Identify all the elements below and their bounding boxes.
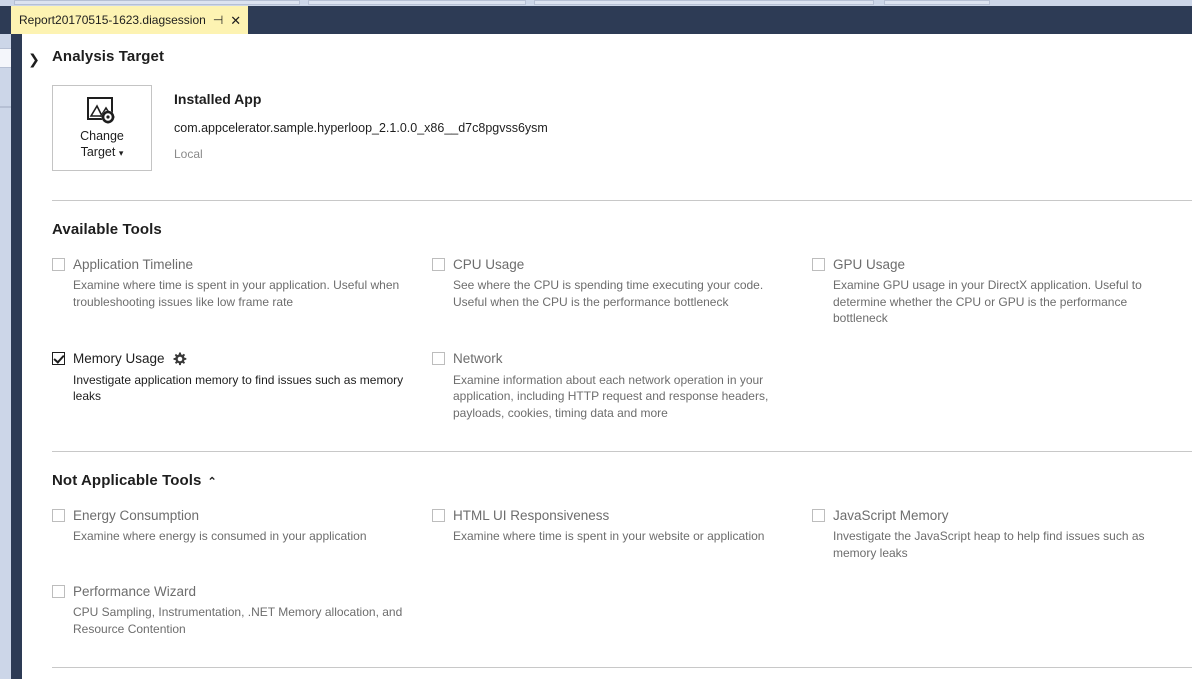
left-dock-rail xyxy=(0,6,11,679)
tool-name-memory-usage: Memory Usage xyxy=(73,351,165,366)
document-tab-diagsession[interactable]: Report20170515-1623.diagsession ⊣ ✕ xyxy=(11,6,249,34)
chevron-up-icon[interactable]: ⌃ xyxy=(208,475,217,488)
target-package-name: com.appcelerator.sample.hyperloop_2.1.0.… xyxy=(174,121,548,135)
left-rail-chip-2[interactable] xyxy=(0,106,11,108)
tool-description-application-timeline: Examine where time is spent in your appl… xyxy=(73,278,400,309)
not-applicable-tools-grid: Energy Consumption Examine where energy i… xyxy=(52,505,1192,637)
change-target-line2: Target xyxy=(80,144,116,159)
change-target-line1: Change xyxy=(80,128,124,143)
target-info: Installed App com.appcelerator.sample.hy… xyxy=(174,85,548,161)
grid-spacer xyxy=(432,561,812,637)
tool-description-gpu-usage: Examine GPU usage in your DirectX applic… xyxy=(833,278,1142,325)
document-tab-label: Report20170515-1623.diagsession xyxy=(19,13,206,27)
tool-name-html-ui-responsiveness: HTML UI Responsiveness xyxy=(453,507,610,523)
tool-description-javascript-memory: Investigate the JavaScript heap to help … xyxy=(833,529,1145,560)
toolbar-chip-3[interactable] xyxy=(534,0,874,5)
tool-item-cpu-usage: CPU Usage See where the CPU is spending t… xyxy=(432,254,812,327)
tool-item-gpu-usage: GPU Usage Examine GPU usage in your Direc… xyxy=(812,254,1192,327)
checkbox-memory-usage[interactable] xyxy=(52,352,65,365)
checkbox-cpu-usage xyxy=(432,257,445,271)
chevron-right-icon[interactable]: ❯ xyxy=(22,48,46,72)
target-type-label: Installed App xyxy=(174,91,262,107)
tool-item-performance-wizard: Performance Wizard CPU Sampling, Instrume… xyxy=(52,581,432,637)
tool-name-application-timeline: Application Timeline xyxy=(73,256,194,272)
tool-head-energy-consumption: Energy Consumption xyxy=(52,505,408,525)
tool-description-network: Examine information about each network o… xyxy=(453,372,769,420)
checkbox-html-ui-responsiveness xyxy=(432,508,445,522)
diagnostics-hub-page: ❯ Analysis Target Change Target ▾ Instal… xyxy=(22,34,1192,679)
tool-head-network: Network xyxy=(432,349,788,369)
pin-icon[interactable]: ⊣ xyxy=(213,14,223,26)
left-rail-chip-1[interactable] xyxy=(0,48,11,68)
tool-description-energy-consumption: Examine where energy is consumed in your… xyxy=(73,529,367,543)
tool-head-application-timeline: Application Timeline xyxy=(52,254,408,274)
checkbox-gpu-usage xyxy=(812,257,825,271)
not-applicable-tools-label: Not Applicable Tools xyxy=(52,472,202,489)
tool-name-network: Network xyxy=(453,351,503,366)
tool-item-memory-usage: Memory Usage Investigate application memo… xyxy=(52,349,432,422)
available-tools-grid: Application Timeline Examine where time i… xyxy=(52,254,1192,421)
checkbox-energy-consumption xyxy=(52,508,65,522)
checkbox-performance-wizard xyxy=(52,584,65,598)
tool-head-gpu-usage: GPU Usage xyxy=(812,254,1168,274)
tool-item-network: Network Examine information about each ne… xyxy=(432,349,812,422)
available-tools-heading: Available Tools xyxy=(52,221,162,238)
analysis-target-row: Change Target ▾ Installed App com.appcel… xyxy=(52,85,1192,171)
tool-description-html-ui-responsiveness: Examine where time is spent in your webs… xyxy=(453,529,765,543)
gear-icon[interactable] xyxy=(173,352,187,366)
tool-name-cpu-usage: CPU Usage xyxy=(453,256,525,272)
document-left-band xyxy=(11,34,22,679)
tool-name-javascript-memory: JavaScript Memory xyxy=(833,507,949,523)
checkbox-javascript-memory xyxy=(812,508,825,522)
tool-item-application-timeline: Application Timeline Examine where time i… xyxy=(52,254,432,327)
tool-item-javascript-memory: JavaScript Memory Investigate the JavaScr… xyxy=(812,505,1192,561)
chevron-down-icon[interactable]: ▾ xyxy=(119,148,124,158)
not-applicable-tools-heading: Not Applicable Tools ⌃ xyxy=(52,472,1192,489)
checkbox-network xyxy=(432,352,445,365)
change-target-label: Change Target ▾ xyxy=(80,128,124,161)
page-content: Analysis Target Change Target ▾ Installe… xyxy=(52,34,1192,679)
tool-description-memory-usage: Investigate application memory to find i… xyxy=(73,372,404,404)
tool-head-memory-usage: Memory Usage xyxy=(52,349,408,369)
image-settings-icon xyxy=(86,96,118,126)
tool-head-performance-wizard: Performance Wizard xyxy=(52,581,408,601)
tool-description-cpu-usage: See where the CPU is spending time execu… xyxy=(453,278,764,309)
tool-head-javascript-memory: JavaScript Memory xyxy=(812,505,1168,525)
grid-spacer xyxy=(812,561,1192,637)
tool-item-html-ui-responsiveness: HTML UI Responsiveness Examine where time… xyxy=(432,505,812,561)
change-target-button[interactable]: Change Target ▾ xyxy=(52,85,152,171)
close-icon[interactable]: ✕ xyxy=(230,14,241,27)
tool-name-energy-consumption: Energy Consumption xyxy=(73,507,200,523)
tool-item-energy-consumption: Energy Consumption Examine where energy i… xyxy=(52,505,432,561)
visual-studio-shell: Report20170515-1623.diagsession ⊣ ✕ ❯ An… xyxy=(0,0,1192,679)
toolbar-chip-1[interactable] xyxy=(14,0,300,5)
analysis-target-heading: Analysis Target xyxy=(52,48,165,65)
tool-head-html-ui-responsiveness: HTML UI Responsiveness xyxy=(432,505,788,525)
toolbar-chip-2[interactable] xyxy=(308,0,526,5)
tool-description-performance-wizard: CPU Sampling, Instrumentation, .NET Memo… xyxy=(73,605,403,636)
grid-spacer xyxy=(812,327,1192,422)
target-scope-label: Local xyxy=(174,147,203,161)
checkbox-application-timeline xyxy=(52,257,65,271)
tool-name-performance-wizard: Performance Wizard xyxy=(73,583,197,599)
tool-head-cpu-usage: CPU Usage xyxy=(432,254,788,274)
toolbar-chip-4[interactable] xyxy=(884,0,990,5)
tool-name-gpu-usage: GPU Usage xyxy=(833,256,906,272)
